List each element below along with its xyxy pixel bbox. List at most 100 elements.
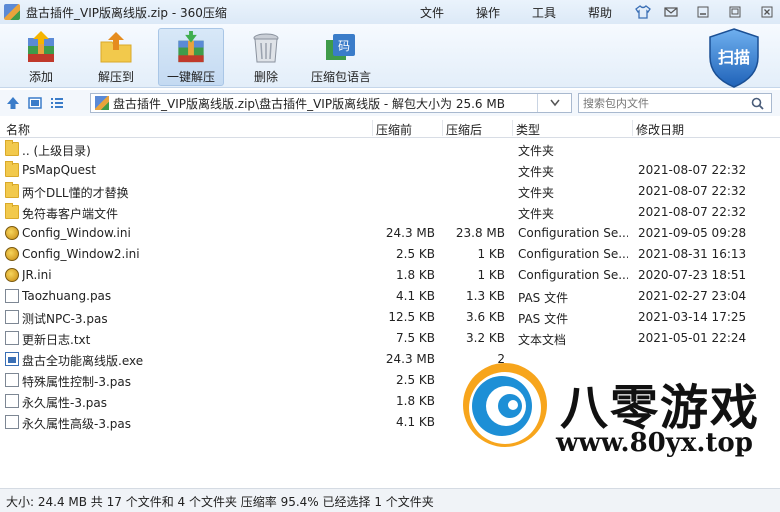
- column-date[interactable]: 修改日期: [636, 121, 684, 138]
- column-divider[interactable]: [442, 120, 443, 136]
- file-name: JR.ini: [22, 268, 52, 282]
- list-item[interactable]: 免符毒客户端文件 文件夹 2021-08-07 22:32: [0, 202, 780, 223]
- minimize-button[interactable]: [690, 2, 716, 22]
- close-button[interactable]: [754, 2, 780, 22]
- path-dropdown-button[interactable]: [537, 94, 571, 112]
- file-date: 2021-03-14 17:25: [638, 310, 747, 324]
- ini-icon: [5, 247, 19, 261]
- list-item[interactable]: 测试NPC-3.pas 12.5 KB 3.6 KB PAS 文件 2021-03-14…: [0, 307, 780, 328]
- file-name: 更新日志.txt: [22, 333, 91, 347]
- file-compressed: 1 KB: [477, 268, 505, 282]
- archive-language-button[interactable]: 码 压缩包语言: [308, 28, 374, 86]
- file-size: 1.8 KB: [396, 394, 435, 408]
- file-size: 7.5 KB: [396, 331, 435, 345]
- file-name: Config_Window2.ini: [22, 247, 140, 261]
- file-name: PsMapQuest: [22, 163, 96, 177]
- feedback-button[interactable]: [658, 2, 684, 22]
- scan-label: 扫描: [717, 48, 750, 67]
- document-icon: [5, 310, 19, 324]
- file-name: 免符毒客户端文件: [22, 207, 119, 221]
- list-item[interactable]: Taozhuang.pas 4.1 KB 1.3 KB PAS 文件 2021-02-2…: [0, 286, 780, 307]
- file-date: 2021-08-07 22:32: [638, 184, 747, 198]
- column-divider[interactable]: [632, 120, 633, 136]
- file-date: 2021-09-05 09:28: [638, 226, 747, 240]
- menu-file[interactable]: 文件: [404, 4, 460, 21]
- file-name: .. (上级目录): [22, 144, 91, 158]
- list-item[interactable]: PsMapQuest 文件夹 2021-08-07 22:32: [0, 160, 780, 181]
- language-code-icon: 码: [326, 34, 355, 60]
- add-button[interactable]: 添加: [8, 28, 74, 86]
- file-date: 2021-08-31 16:13: [638, 247, 747, 261]
- file-name: 特殊属性控制-3.pas: [22, 375, 132, 389]
- search-icon[interactable]: [749, 95, 765, 111]
- trash-icon: [253, 33, 279, 63]
- title-bar: 盘古插件_VIP版离线版.zip - 360压缩 文件 操作 工具 帮助: [0, 0, 780, 24]
- menu-help[interactable]: 帮助: [572, 4, 628, 21]
- thumbnail-view-icon[interactable]: [26, 94, 44, 112]
- exe-icon: [5, 352, 19, 366]
- column-divider[interactable]: [372, 120, 373, 136]
- file-type: 文件夹: [518, 186, 555, 200]
- file-date: 2020-07-23 18:51: [638, 268, 747, 282]
- path-text: 盘古插件_VIP版离线版.zip\盘古插件_VIP版离线版 - 解包大小为 25…: [113, 96, 505, 111]
- file-date: 2021-08-07 22:32: [638, 163, 747, 177]
- list-item[interactable]: 两个DLL懂的才替换 文件夹 2021-08-07 22:32: [0, 181, 780, 202]
- file-size: 24.3 MB: [385, 352, 435, 366]
- path-field[interactable]: 盘古插件_VIP版离线版.zip\盘古插件_VIP版离线版 - 解包大小为 25…: [90, 93, 572, 113]
- maximize-button[interactable]: [722, 2, 748, 22]
- document-icon: [5, 394, 19, 408]
- file-date: 2021-05-01 22:24: [638, 331, 747, 345]
- file-type: Configuration Se...: [518, 226, 628, 240]
- file-compressed: 3.6 KB: [466, 310, 505, 324]
- list-item[interactable]: 盘古全功能离线版.exe 24.3 MB 2: [0, 349, 780, 370]
- file-compressed: 23.8 MB: [455, 226, 505, 240]
- file-type: PAS 文件: [518, 291, 569, 305]
- folder-icon: [5, 182, 19, 198]
- file-name: 测试NPC-3.pas: [22, 312, 108, 326]
- window-title: 盘古插件_VIP版离线版.zip - 360压缩: [26, 5, 227, 20]
- toolbar: 添加 解压到 一键解压 删除 码 压缩包语言: [0, 24, 780, 88]
- menu-operation[interactable]: 操作: [460, 4, 516, 21]
- file-name: 永久属性高级-3.pas: [22, 417, 132, 431]
- zip-file-icon: [95, 96, 109, 110]
- file-name: 两个DLL懂的才替换: [22, 186, 129, 200]
- column-type[interactable]: 类型: [516, 121, 540, 138]
- search-input[interactable]: [579, 96, 749, 110]
- file-type: Configuration Se...: [518, 247, 628, 261]
- status-bar: 大小: 24.4 MB 共 17 个文件和 4 个文件夹 压缩率 95.4% 已…: [0, 488, 780, 512]
- folder-icon: [5, 140, 19, 156]
- file-type: 文件夹: [518, 165, 555, 179]
- list-item[interactable]: .. (上级目录) 文件夹: [0, 139, 780, 160]
- column-divider[interactable]: [512, 120, 513, 136]
- file-name: 永久属性-3.pas: [22, 396, 108, 410]
- scan-button[interactable]: 扫描: [706, 27, 762, 89]
- file-compressed: 3.2 KB: [466, 331, 505, 345]
- file-size: 4.1 KB: [396, 289, 435, 303]
- extract-to-button[interactable]: 解压到: [83, 28, 149, 86]
- one-click-extract-button[interactable]: 一键解压: [158, 28, 224, 86]
- address-bar: 盘古插件_VIP版离线版.zip\盘古插件_VIP版离线版 - 解包大小为 25…: [0, 90, 780, 116]
- list-item[interactable]: Config_Window.ini 24.3 MB 23.8 MB Configura…: [0, 223, 780, 244]
- folder-icon: [5, 161, 19, 177]
- skin-icon[interactable]: [634, 4, 652, 20]
- file-type: PAS 文件: [518, 312, 569, 326]
- list-item[interactable]: 更新日志.txt 7.5 KB 3.2 KB 文本文档 2021-05-01 22:24: [0, 328, 780, 349]
- menu-tools[interactable]: 工具: [516, 4, 572, 21]
- list-item[interactable]: Config_Window2.ini 2.5 KB 1 KB Configuratio…: [0, 244, 780, 265]
- column-compressed[interactable]: 压缩后: [446, 121, 482, 138]
- file-type: 文件夹: [518, 144, 555, 158]
- app-icon: [4, 4, 20, 20]
- delete-button[interactable]: 删除: [233, 28, 299, 86]
- watermark-logo: [463, 363, 547, 447]
- file-date: 2021-02-27 23:04: [638, 289, 747, 303]
- archive-extract-icon: [178, 31, 204, 63]
- document-icon: [5, 373, 19, 387]
- column-name[interactable]: 名称: [6, 121, 30, 138]
- menu-bar: 文件 操作 工具 帮助: [404, 4, 628, 21]
- list-view-icon[interactable]: [48, 94, 66, 112]
- svg-text:码: 码: [338, 39, 350, 53]
- folder-extract-icon: [100, 32, 132, 63]
- list-item[interactable]: JR.ini 1.8 KB 1 KB Configuration Se... 2020-…: [0, 265, 780, 286]
- up-arrow-icon[interactable]: [4, 94, 22, 112]
- column-size[interactable]: 压缩前: [376, 121, 412, 138]
